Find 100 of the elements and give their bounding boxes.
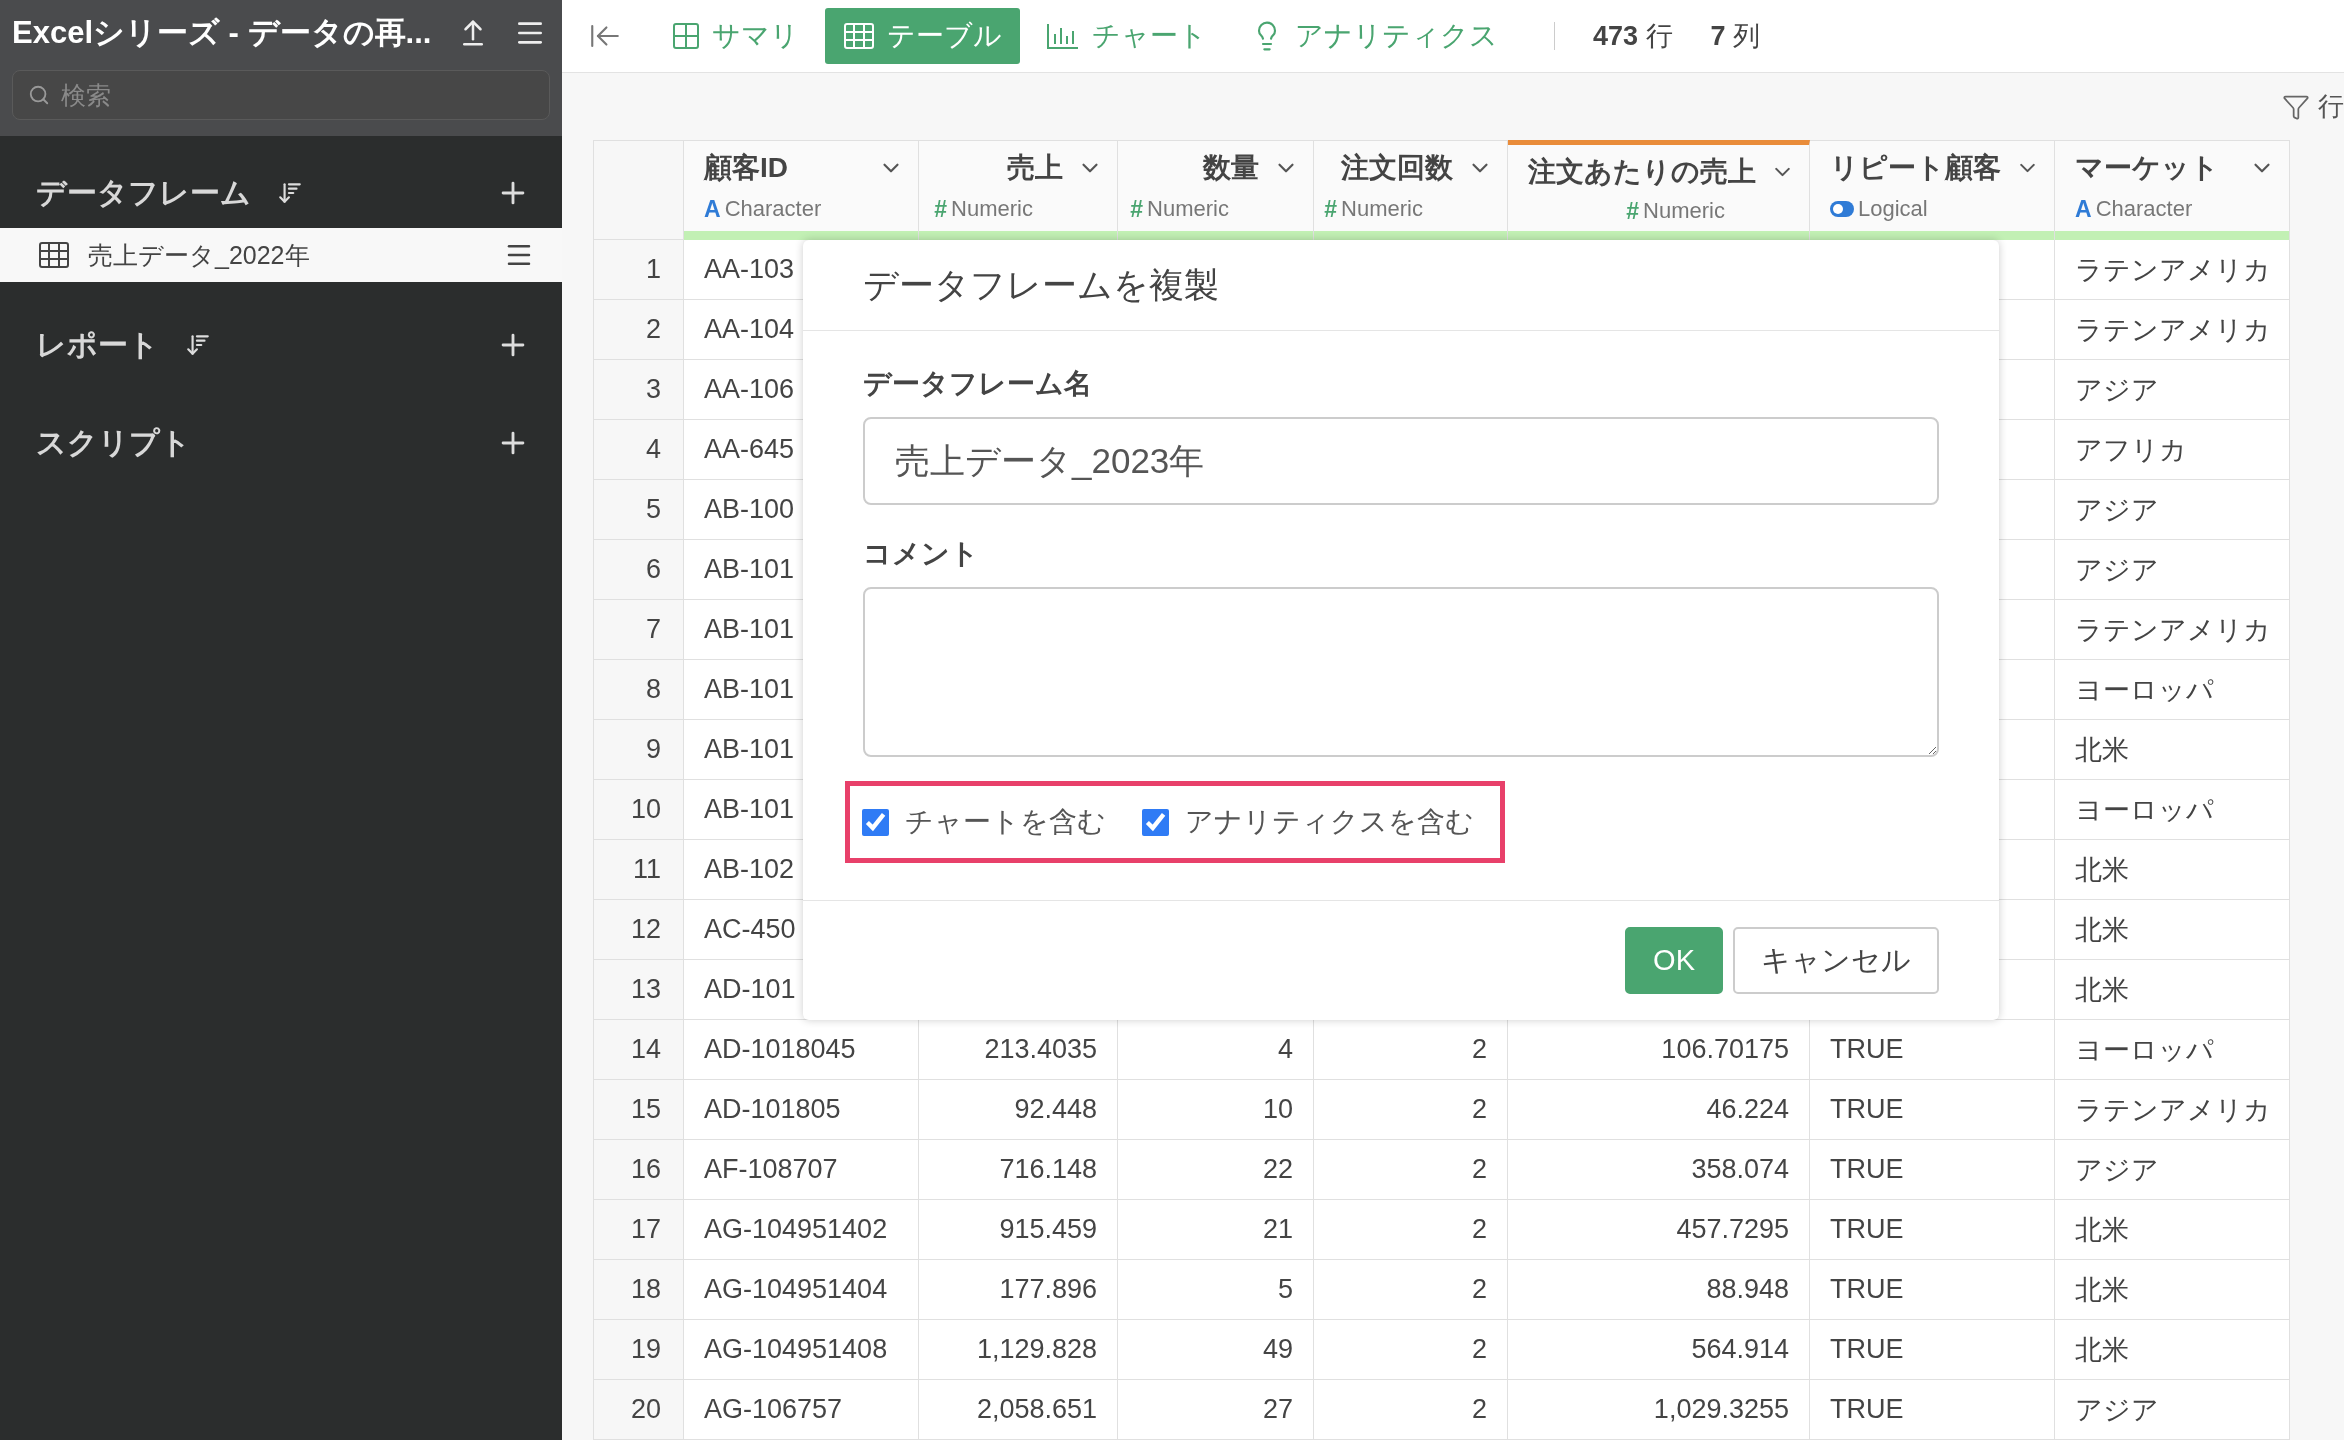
search-field[interactable]: 検索: [12, 70, 550, 120]
table-cell: 2: [1314, 1380, 1508, 1440]
column-header[interactable]: マーケット A Character: [2055, 140, 2290, 240]
row-number: 10: [594, 780, 684, 840]
type-label: Logical: [1858, 196, 1928, 222]
table-cell: アジア: [2055, 360, 2290, 420]
table-cell: 564.914: [1508, 1320, 1810, 1380]
table-cell: アジア: [2055, 540, 2290, 600]
column-header[interactable]: リピート顧客 Logical: [1810, 140, 2055, 240]
table-cell: ラテンアメリカ: [2055, 1080, 2290, 1140]
item-label: 売上データ_2022年: [88, 239, 311, 271]
table-cell: 1,029.3255: [1508, 1380, 1810, 1440]
table-cell: TRUE: [1810, 1380, 2055, 1440]
column-name: 顧客ID: [704, 151, 788, 185]
table-cell: AG-106757: [684, 1380, 919, 1440]
row-number: 13: [594, 960, 684, 1020]
column-header[interactable]: 注文回数 # Numeric: [1314, 140, 1508, 240]
table-cell: 5: [1118, 1260, 1314, 1320]
table-cell: AG-104951408: [684, 1320, 919, 1380]
type-label: Numeric: [1147, 196, 1229, 222]
table-cell: 2: [1314, 1080, 1508, 1140]
type-label: Character: [724, 196, 822, 222]
table-cell: 2: [1314, 1260, 1508, 1320]
type-symbol: A: [2075, 195, 2092, 223]
table-cell: 北米: [2055, 840, 2290, 900]
section-title: レポート: [36, 326, 159, 363]
row-number: 9: [594, 720, 684, 780]
column-name: マーケット: [2075, 151, 2219, 185]
column-name: 注文回数: [1341, 151, 1453, 185]
column-header[interactable]: 顧客ID A Character: [684, 140, 919, 240]
column-name: 売上: [1007, 151, 1063, 185]
row-number: 4: [594, 420, 684, 480]
type-label: Numeric: [1341, 196, 1423, 222]
count-label: 7 列: [1710, 20, 1761, 53]
table-cell: AG-104951402: [684, 1200, 919, 1260]
row-number: 12: [594, 900, 684, 960]
row-number: 1: [594, 240, 684, 300]
type-symbol: #: [1324, 195, 1338, 223]
type-symbol: A: [704, 195, 721, 223]
table-cell: AF-108707: [684, 1140, 919, 1200]
table-cell: ラテンアメリカ: [2055, 300, 2290, 360]
checkbox-label[interactable]: アナリティクスを含む: [1185, 803, 1474, 841]
table-cell: 2: [1314, 1140, 1508, 1200]
row-number: 6: [594, 540, 684, 600]
table-cell: 北米: [2055, 1200, 2290, 1260]
project-title: Excelシリーズ - データの再...: [12, 14, 433, 52]
table-cell: アジア: [2055, 1140, 2290, 1200]
table-cell: AD-1018045: [684, 1020, 919, 1080]
row-number: 17: [594, 1200, 684, 1260]
table-cell: 358.074: [1508, 1140, 1810, 1200]
column-name: 注文あたりの売上: [1528, 155, 1756, 189]
table-cell: 2: [1314, 1200, 1508, 1260]
row-number: 2: [594, 300, 684, 360]
table-cell: ヨーロッパ: [2055, 780, 2290, 840]
table-cell: TRUE: [1810, 1080, 2055, 1140]
row-number: 7: [594, 600, 684, 660]
row-number: 15: [594, 1080, 684, 1140]
table-cell: TRUE: [1810, 1020, 2055, 1080]
table-cell: 716.148: [919, 1140, 1118, 1200]
table-cell: 46.224: [1508, 1080, 1810, 1140]
table-cell: 27: [1118, 1380, 1314, 1440]
row-number: 14: [594, 1020, 684, 1080]
table-cell: 2: [1314, 1020, 1508, 1080]
table-cell: TRUE: [1810, 1200, 2055, 1260]
table-cell: 213.4035: [919, 1020, 1118, 1080]
row-number: 3: [594, 360, 684, 420]
dataframe-item[interactable]: 売上データ_2022年: [0, 228, 562, 282]
type-symbol: #: [1130, 195, 1144, 223]
table-cell: 92.448: [919, 1080, 1118, 1140]
table-cell: 10: [1118, 1080, 1314, 1140]
column-name: 数量: [1203, 151, 1259, 185]
filter-label[interactable]: 行: [2318, 89, 2344, 124]
table-cell: 北米: [2055, 960, 2290, 1020]
table-cell: 106.70175: [1508, 1020, 1810, 1080]
column-name: リピート顧客: [1830, 151, 2001, 185]
table-cell: 49: [1118, 1320, 1314, 1380]
column-header[interactable]: 注文あたりの売上 # Numeric: [1508, 140, 1810, 240]
name-field[interactable]: 売上データ_2023年: [863, 417, 1939, 505]
table-cell: アジア: [2055, 1380, 2290, 1440]
row-number: 19: [594, 1320, 684, 1380]
section-title: データフレーム: [36, 174, 251, 211]
table-cell: ヨーロッパ: [2055, 1020, 2290, 1080]
type-label: Character: [2095, 196, 2193, 222]
table-cell: 1,129.828: [919, 1320, 1118, 1380]
table-cell: 2,058.651: [919, 1380, 1118, 1440]
column-header[interactable]: 数量 # Numeric: [1118, 140, 1314, 240]
table-cell: 21: [1118, 1200, 1314, 1260]
table-cell: アフリカ: [2055, 420, 2290, 480]
column-header[interactable]: 売上 # Numeric: [919, 140, 1118, 240]
table-cell: ラテンアメリカ: [2055, 240, 2290, 300]
table-cell: ヨーロッパ: [2055, 660, 2290, 720]
cancel-button[interactable]: キャンセル: [1733, 927, 1939, 994]
table-cell: アジア: [2055, 480, 2290, 540]
table-cell: ラテンアメリカ: [2055, 600, 2290, 660]
table-cell: AD-101805: [684, 1080, 919, 1140]
table-cell: 北米: [2055, 720, 2290, 780]
table-cell: 915.459: [919, 1200, 1118, 1260]
table-cell: TRUE: [1810, 1260, 2055, 1320]
type-label: Numeric: [1643, 198, 1725, 224]
table-cell: 4: [1118, 1020, 1314, 1080]
